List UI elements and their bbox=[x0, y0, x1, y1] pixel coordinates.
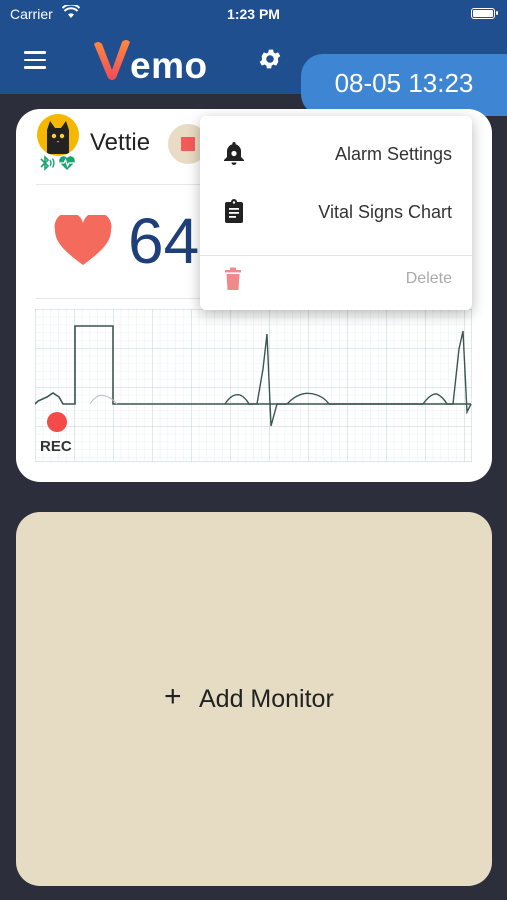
datetime-display: 08-05 13:23 bbox=[301, 54, 507, 116]
clock: 1:23 PM bbox=[227, 6, 280, 22]
ecg-waveform bbox=[35, 309, 472, 462]
heart-rate-value: 64 bbox=[128, 205, 200, 277]
context-menu: Alarm Settings Vital Signs Chart Delete bbox=[200, 116, 472, 310]
logo-text: emo bbox=[130, 45, 208, 86]
add-monitor-button[interactable]: + Add Monitor bbox=[16, 512, 492, 886]
menu-item-alarm-settings[interactable]: Alarm Settings bbox=[200, 126, 472, 182]
menu-item-label: Alarm Settings bbox=[334, 144, 452, 164]
plus-icon: + bbox=[164, 680, 182, 713]
cat-avatar-icon bbox=[47, 121, 69, 154]
gear-icon[interactable] bbox=[257, 46, 283, 72]
menu-item-label: Delete bbox=[405, 270, 452, 287]
trash-icon bbox=[225, 267, 241, 290]
status-bar: Carrier 1:23 PM bbox=[0, 0, 507, 28]
menu-item-delete[interactable]: Delete bbox=[200, 252, 472, 308]
top-navbar: emo 08-05 13:23 bbox=[0, 28, 507, 116]
recording-indicator bbox=[47, 412, 67, 432]
menu-item-label: Vital Signs Chart bbox=[318, 202, 452, 222]
pet-name: Vettie bbox=[90, 129, 151, 156]
heart-pulse-icon bbox=[59, 156, 75, 170]
battery-icon bbox=[471, 8, 498, 19]
heart-icon bbox=[54, 215, 112, 265]
pet-avatar bbox=[37, 114, 79, 156]
rec-label: REC bbox=[40, 438, 72, 455]
logo-v-icon bbox=[94, 40, 130, 80]
bluetooth-icon bbox=[40, 155, 55, 171]
clipboard-icon bbox=[225, 199, 243, 223]
bell-icon bbox=[224, 142, 244, 165]
add-monitor-label: Add Monitor bbox=[199, 685, 334, 713]
menu-hamburger-icon[interactable] bbox=[24, 51, 46, 69]
menu-item-vital-signs-chart[interactable]: Vital Signs Chart bbox=[200, 184, 472, 240]
